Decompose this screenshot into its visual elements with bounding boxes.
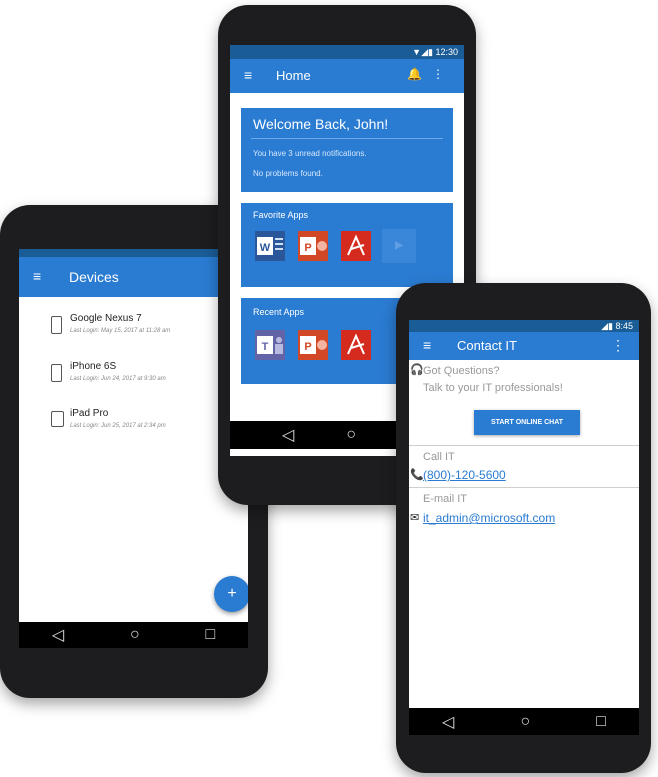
play-icon: ▶ (395, 240, 403, 251)
status-time: 8:45 (615, 321, 633, 331)
tablet-icon (51, 411, 64, 427)
email-it-label: E-mail IT (423, 493, 467, 505)
svg-text:P: P (304, 242, 311, 254)
device-row-ipad[interactable]: iPad Pro Last Login: Jun 25, 2017 at 2:3… (19, 402, 248, 448)
device-row-iphone[interactable]: iPhone 6S Last Login: Jun 24, 2017 at 9:… (19, 355, 248, 401)
got-questions-text: Got Questions? (423, 365, 500, 377)
svg-text:T: T (262, 341, 269, 353)
nav-bar: ◁ ○ □ (19, 622, 248, 648)
divider (409, 487, 639, 488)
bell-icon[interactable]: 🔔 (407, 67, 432, 81)
notifications-text[interactable]: You have 3 unread notifications. (253, 149, 367, 158)
add-device-button[interactable]: + (214, 576, 248, 612)
app-bar: ≡ Devices (19, 257, 248, 297)
more-options-icon[interactable]: ⋮ (432, 67, 454, 81)
back-button[interactable]: ◁ (52, 625, 64, 645)
powerpoint-icon: P (298, 330, 328, 360)
home-button[interactable]: ○ (130, 626, 140, 644)
svg-text:P: P (304, 341, 311, 353)
phone-icon: 📞 (410, 469, 424, 481)
devices-screen: ≡ Devices Google Nexus 7 Last Login: May… (19, 249, 248, 626)
page-title: Home (276, 68, 311, 83)
home-button[interactable]: ○ (346, 426, 356, 444)
word-app-tile[interactable]: W (253, 229, 287, 263)
page-title: Contact IT (457, 338, 517, 353)
problems-text: No problems found. (253, 169, 323, 178)
home-button[interactable]: ○ (520, 713, 530, 731)
acrobat-icon (341, 231, 371, 261)
status-bar: ▼◢▮ 12:30 (230, 45, 464, 59)
contact-screen: ◢▮ 8:45 ≡ Contact IT ⋮ 🎧 Got Questions? … (409, 320, 639, 712)
acrobat-icon (341, 330, 371, 360)
mail-icon: ✉ (410, 512, 420, 524)
favorite-apps-card: Favorite Apps W P ▶ (241, 203, 453, 287)
status-bar (19, 249, 248, 257)
powerpoint-app-tile[interactable]: P (296, 328, 330, 362)
signal-icon: ◢▮ (601, 321, 613, 331)
menu-icon[interactable]: ≡ (244, 67, 252, 83)
device-name: iPhone 6S (70, 361, 117, 372)
teams-icon: T (255, 330, 285, 360)
phone-icon (51, 364, 62, 382)
talk-to-text: Talk to your IT professionals! (423, 382, 563, 394)
card-title: Recent Apps (253, 307, 305, 317)
nav-bar: ◁ ○ □ (409, 708, 639, 735)
device-name: Google Nexus 7 (70, 313, 142, 324)
menu-icon[interactable]: ≡ (423, 337, 431, 353)
device-last-login: Last Login: Jun 25, 2017 at 2:34 pm (70, 423, 166, 429)
contact-phone: ◢▮ 8:45 ≡ Contact IT ⋮ 🎧 Got Questions? … (396, 283, 651, 773)
phone-number-link[interactable]: (800)-120-5600 (423, 468, 506, 482)
divider (409, 445, 639, 446)
device-name: iPad Pro (70, 408, 109, 419)
start-online-chat-button[interactable]: START ONLINE CHAT (474, 410, 580, 435)
status-bar: ◢▮ 8:45 (409, 320, 639, 332)
acrobat-app-tile[interactable] (339, 328, 373, 362)
more-options-icon[interactable]: ⋮ (611, 337, 635, 354)
headset-icon: 🎧 (410, 364, 424, 376)
welcome-title: Welcome Back, John! (253, 116, 389, 132)
signal-icon: ▼◢▮ (412, 47, 433, 57)
add-favorite-tile[interactable]: ▶ (382, 229, 416, 263)
back-button[interactable]: ◁ (442, 712, 454, 732)
recent-apps-button[interactable]: □ (596, 713, 606, 731)
app-bar: ≡ Contact IT ⋮ (409, 332, 639, 360)
card-title: Favorite Apps (253, 210, 309, 220)
svg-text:W: W (260, 242, 271, 254)
word-icon: W (255, 231, 285, 261)
powerpoint-icon: P (298, 231, 328, 261)
device-row-nexus[interactable]: Google Nexus 7 Last Login: May 15, 2017 … (19, 307, 248, 353)
acrobat-app-tile[interactable] (339, 229, 373, 263)
divider (251, 138, 443, 139)
powerpoint-app-tile[interactable]: P (296, 229, 330, 263)
status-time: 12:30 (435, 47, 458, 57)
menu-icon[interactable]: ≡ (33, 268, 41, 284)
page-title: Devices (69, 269, 119, 285)
email-link[interactable]: it_admin@microsoft.com (423, 511, 555, 525)
device-last-login: Last Login: Jun 24, 2017 at 9:30 am (70, 376, 166, 382)
tablet-icon (51, 316, 62, 334)
call-it-label: Call IT (423, 451, 455, 463)
device-last-login: Last Login: May 15, 2017 at 11:28 am (70, 328, 171, 334)
recent-apps-button[interactable]: □ (205, 626, 215, 644)
teams-app-tile[interactable]: T (253, 328, 287, 362)
app-bar: ≡ Home 🔔⋮ (230, 59, 464, 93)
back-button[interactable]: ◁ (282, 425, 294, 445)
welcome-card: Welcome Back, John! You have 3 unread no… (241, 108, 453, 192)
